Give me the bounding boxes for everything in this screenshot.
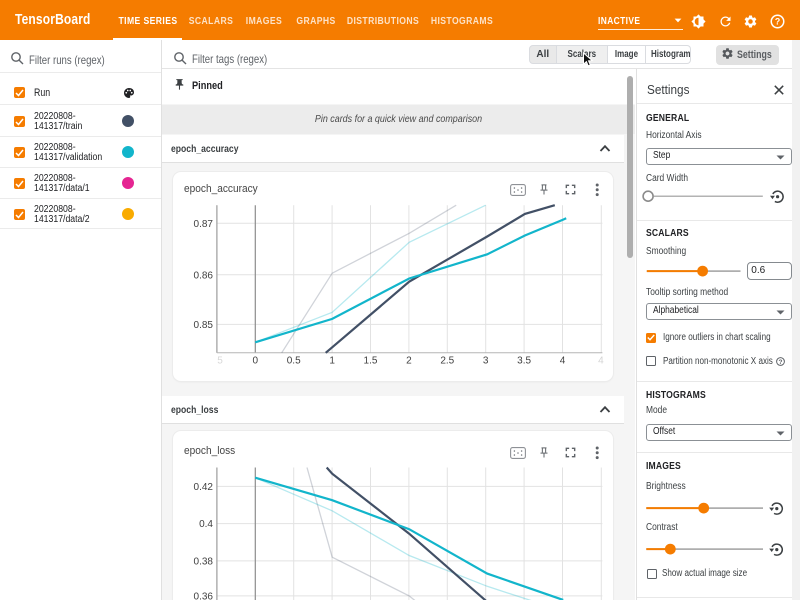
svg-text:1: 1 bbox=[329, 355, 335, 366]
svg-text:0.87: 0.87 bbox=[194, 218, 214, 229]
svg-text:?: ? bbox=[778, 358, 782, 365]
svg-text:0.36: 0.36 bbox=[194, 591, 214, 600]
svg-text:?: ? bbox=[774, 16, 779, 26]
svg-text:4: 4 bbox=[598, 355, 604, 366]
svg-text:4: 4 bbox=[560, 355, 566, 366]
svg-text:3: 3 bbox=[483, 355, 489, 366]
svg-text:0.42: 0.42 bbox=[194, 482, 214, 493]
svg-text:3.5: 3.5 bbox=[517, 355, 531, 366]
svg-text:0.4: 0.4 bbox=[199, 519, 213, 530]
svg-text:5: 5 bbox=[217, 355, 223, 366]
svg-text:2: 2 bbox=[406, 355, 412, 366]
svg-text:0: 0 bbox=[253, 355, 259, 366]
svg-text:0.5: 0.5 bbox=[287, 355, 301, 366]
svg-text:0.38: 0.38 bbox=[194, 556, 214, 567]
svg-text:0.86: 0.86 bbox=[194, 270, 214, 281]
svg-text:1.5: 1.5 bbox=[364, 355, 378, 366]
svg-text:2.5: 2.5 bbox=[440, 355, 454, 366]
svg-text:0.85: 0.85 bbox=[194, 320, 214, 331]
